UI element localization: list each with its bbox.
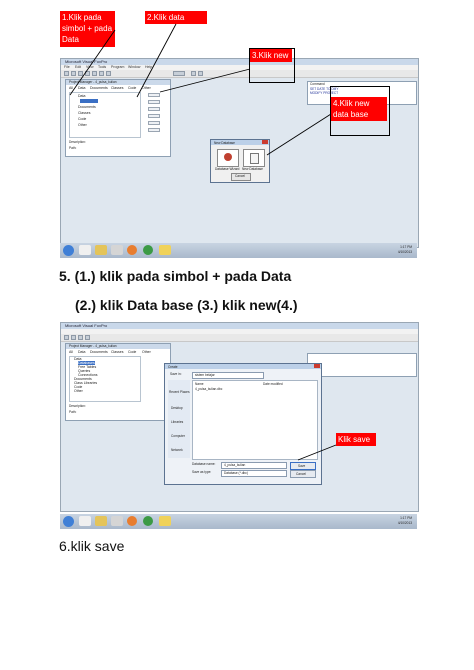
step-6-text: 6.klik save — [59, 538, 125, 554]
chrome-icon[interactable] — [143, 516, 153, 526]
arrow-to-save — [297, 444, 337, 461]
foxpro-icon[interactable] — [159, 516, 171, 526]
start-orb-icon[interactable] — [63, 516, 74, 527]
folder-icon[interactable] — [95, 516, 107, 526]
clock-time: 1:17 PM — [400, 516, 412, 520]
clock-date: 4/10/2013 — [397, 521, 412, 525]
annotation-arrow-save — [297, 444, 337, 461]
taskbar-2: 1:17 PM 4/10/2013 — [60, 514, 417, 529]
ie-icon[interactable] — [79, 516, 91, 526]
media-icon[interactable] — [111, 516, 123, 526]
firefox-icon[interactable] — [127, 516, 137, 526]
